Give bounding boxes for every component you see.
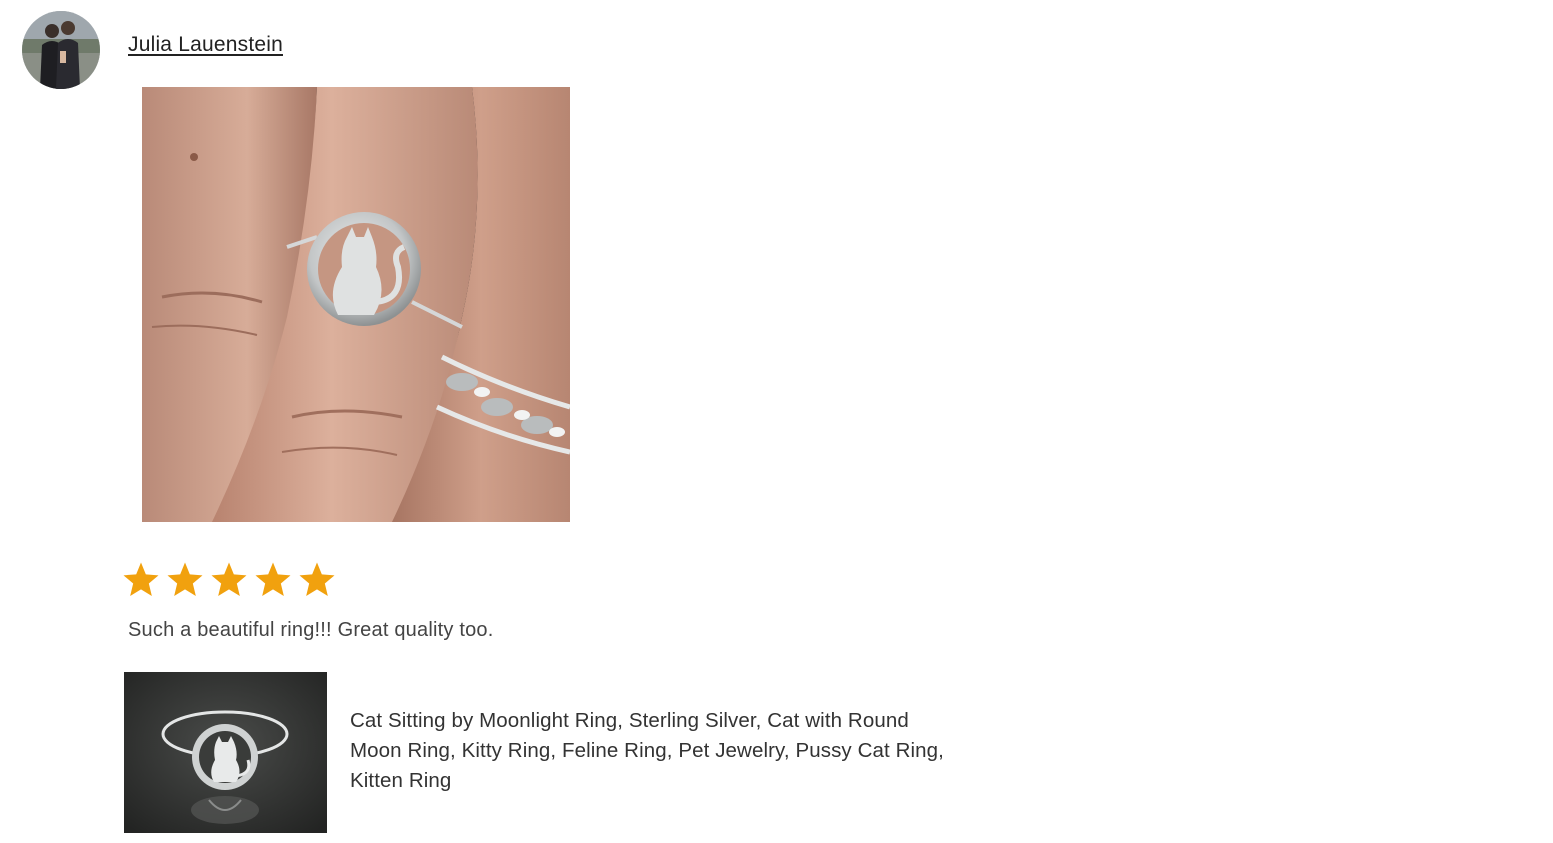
ring-on-finger-photo-icon: [142, 87, 570, 522]
reviewer-name-link[interactable]: Julia Lauenstein: [128, 33, 283, 57]
star-icon: [121, 560, 161, 600]
ring-product-photo-icon: [124, 672, 327, 833]
product-thumbnail[interactable]: [124, 672, 327, 833]
star-icon: [253, 560, 293, 600]
star-icon: [297, 560, 337, 600]
product-title-link[interactable]: Cat Sitting by Moonlight Ring, Sterling …: [350, 706, 950, 796]
review-text: Such a beautiful ring!!! Great quality t…: [128, 619, 494, 641]
star-icon: [209, 560, 249, 600]
avatar-photo-icon: [22, 11, 100, 89]
star-rating: [121, 560, 337, 600]
review-photo[interactable]: [142, 87, 570, 522]
star-icon: [165, 560, 205, 600]
reviewer-avatar[interactable]: [22, 11, 100, 89]
